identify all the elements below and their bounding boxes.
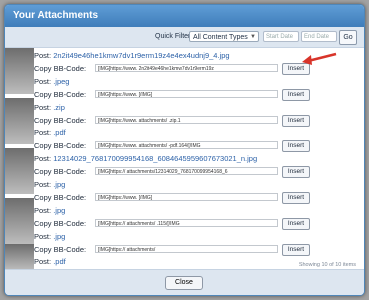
post-row: Post: .zip [34,103,364,112]
bbcode-field[interactable]: [IMG]https://www. 2n2it49e46he1kmw7dv1r9… [95,63,278,72]
bbcode-row: Copy BB-Code: [IMG]https://www. attachmen… [34,114,364,127]
insert-button[interactable]: Insert [282,114,310,127]
thumbnail[interactable] [5,148,34,194]
dialog-title: Your Attachments [5,5,364,27]
post-link[interactable]: .jpg [53,206,65,215]
bbcode-row: Copy BB-Code: [IMG]https:// attachments/1… [34,166,364,179]
dialog-footer: Showing 10 of 10 items Close [5,262,364,295]
post-label: Post: [34,128,52,138]
copy-bbcode-label: Copy BB-Code: [34,192,87,202]
post-label: Post: [34,205,52,215]
post-link[interactable]: .jpg [53,232,65,241]
bbcode-field[interactable]: [IMG]https://www. [/IMG] [95,89,278,98]
quick-filter-label: Quick Filter: [155,33,193,40]
insert-button[interactable]: Insert [282,166,310,179]
copy-bbcode-label: Copy BB-Code: [34,141,87,151]
end-date-input[interactable]: End Date [301,31,337,42]
content-type-value: All Content Types [193,34,248,41]
chevron-down-icon: ▼ [250,34,256,40]
bbcode-field[interactable]: [IMG]https:// attachments/ [95,244,278,253]
thumbnail[interactable] [5,198,34,244]
insert-button[interactable]: Insert [282,191,310,204]
bbcode-field[interactable]: [IMG]https://www. attachments/ .zip.1 [95,115,278,124]
post-row: Post: .jpg [34,180,364,189]
post-link[interactable]: .zip [53,103,65,112]
post-link[interactable]: 12314029_768170099954168_608464595960767… [53,154,257,163]
go-button[interactable]: Go [339,30,357,45]
insert-button[interactable]: Insert [282,217,310,230]
attachments-dialog: Your Attachments Quick Filter: All Conte… [4,4,365,296]
bbcode-row: Copy BB-Code: [IMG]https:// attachments/ … [34,217,364,230]
thumbnail[interactable] [5,48,34,94]
post-row: Post: 12314029_768170099954168_608464595… [34,154,364,163]
post-row: Post: .jpg [34,232,364,241]
copy-bbcode-label: Copy BB-Code: [34,244,87,254]
post-label: Post: [34,102,52,112]
post-link[interactable]: .jpeg [53,77,69,86]
annotation-arrow-icon [302,52,337,65]
post-label: Post: [34,51,52,60]
bbcode-row: Copy BB-Code: [IMG]https:// attachments/ … [34,243,364,256]
post-row: Post: .jpg [34,206,364,215]
post-label: Post: [34,257,52,267]
filter-bar: Quick Filter: All Content Types ▼ Start … [5,27,364,48]
post-link[interactable]: .pdf [53,128,66,137]
bbcode-row: Copy BB-Code: [IMG]https://www. [/IMG] Ins… [34,191,364,204]
thumbnail[interactable] [5,98,34,144]
post-link[interactable]: .jpg [53,180,65,189]
bbcode-row: Copy BB-Code: [IMG]https://www. [/IMG] Ins… [34,88,364,101]
bbcode-field[interactable]: [IMG]https://www. [/IMG] [95,192,278,201]
start-date-input[interactable]: Start Date [263,31,299,42]
post-link[interactable]: 2n2it49e46he1kmw7dv1r9erm19z4e4ex4udnj9_… [53,51,229,60]
copy-bbcode-label: Copy BB-Code: [34,63,87,73]
copy-bbcode-label: Copy BB-Code: [34,115,87,125]
post-row: Post: .pdf [34,128,364,137]
post-label: Post: [34,231,52,241]
insert-button[interactable]: Insert [282,88,310,101]
attachments-list: Post: 2n2it49e46he1kmw7dv1r9erm19z4e4ex4… [5,48,364,270]
bbcode-field[interactable]: [IMG]https://www. attachments/ -pdf.164/… [95,141,278,150]
items-count: Showing 10 of 10 items [298,262,356,268]
thumbnail[interactable] [5,244,34,270]
bbcode-field[interactable]: [IMG]https:// attachments/ .115/[/IMG [95,218,278,227]
insert-button[interactable]: Insert [282,243,310,256]
copy-bbcode-label: Copy BB-Code: [34,89,87,99]
copy-bbcode-label: Copy BB-Code: [34,218,87,228]
insert-button[interactable]: Insert [282,140,310,153]
content-type-select[interactable]: All Content Types ▼ [189,31,259,42]
post-label: Post: [34,180,52,189]
bbcode-field[interactable]: [IMG]https:// attachments/12314029_76817… [95,167,278,176]
post-label: Post: [34,154,52,164]
bbcode-row: Copy BB-Code: [IMG]https://www. attachmen… [34,140,364,153]
post-label: Post: [34,76,52,86]
post-row: Post: .jpeg [34,77,364,86]
copy-bbcode-label: Copy BB-Code: [34,167,87,177]
post-link[interactable]: .pdf [53,257,66,266]
close-button[interactable]: Close [165,276,203,290]
